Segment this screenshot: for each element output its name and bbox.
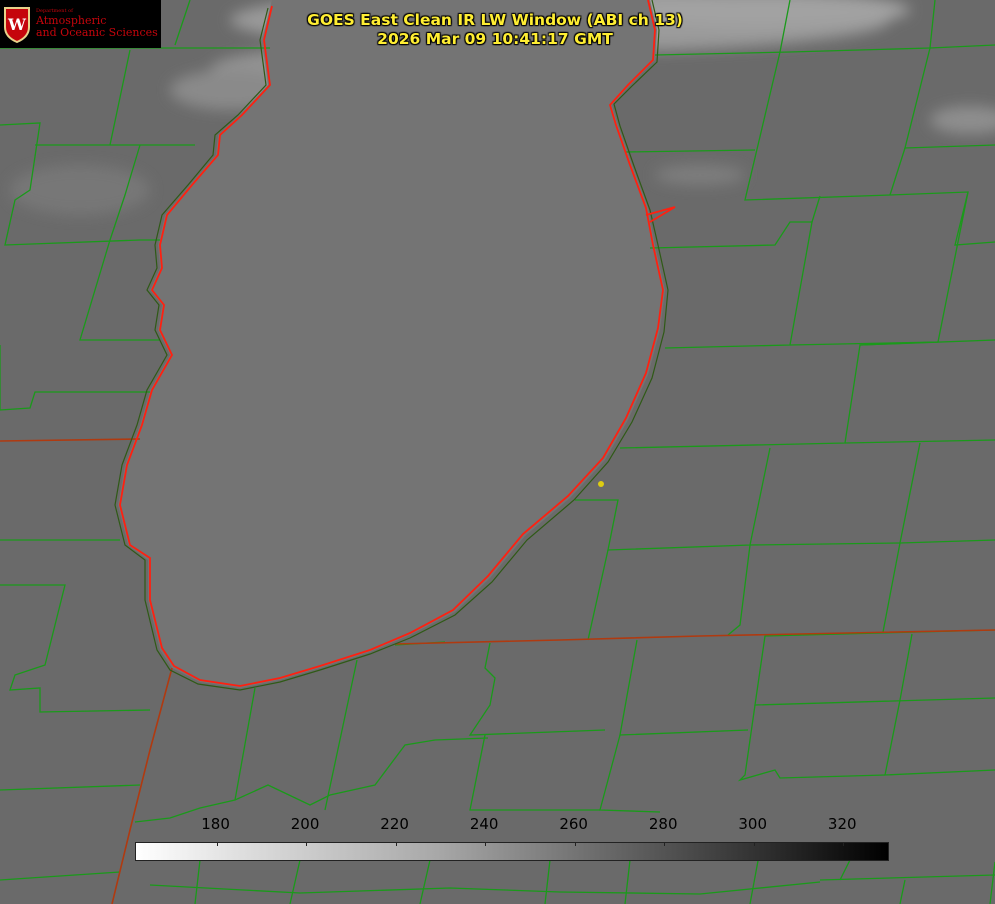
colorbar-tick-mark xyxy=(664,842,666,846)
colorbar-tick-mark xyxy=(395,842,397,846)
colorbar-tick-mark xyxy=(306,842,308,846)
colorbar-tick-mark xyxy=(485,842,487,846)
colorbar-tick-label: 240 xyxy=(469,815,499,833)
colorbar-tick-label: 280 xyxy=(648,815,678,833)
satellite-map xyxy=(0,0,995,904)
image-title: GOES East Clean IR LW Window (ABI ch 13)… xyxy=(0,11,995,49)
title-timestamp: 2026 Mar 09 10:41:17 GMT xyxy=(377,30,613,48)
colorbar-tick-label: 300 xyxy=(738,815,768,833)
colorbar-tick-mark xyxy=(574,842,576,846)
colorbar-tick-mark xyxy=(753,842,755,846)
colorbar-tick-label: 200 xyxy=(290,815,320,833)
colorbar-tick-label: 180 xyxy=(201,815,230,833)
colorbar-tick-mark xyxy=(216,842,218,846)
colorbar-tick-label: 260 xyxy=(559,815,588,833)
colorbar-tick-mark xyxy=(843,842,845,846)
colorbar-tick-label: 320 xyxy=(827,815,857,833)
location-marker xyxy=(598,481,604,487)
temperature-colorbar xyxy=(135,842,889,861)
title-line-1: GOES East Clean IR LW Window (ABI ch 13) xyxy=(307,11,683,29)
satellite-image-viewer: W Department of Atmospheric and Oceanic … xyxy=(0,0,995,904)
colorbar-tick-label: 220 xyxy=(380,815,409,833)
